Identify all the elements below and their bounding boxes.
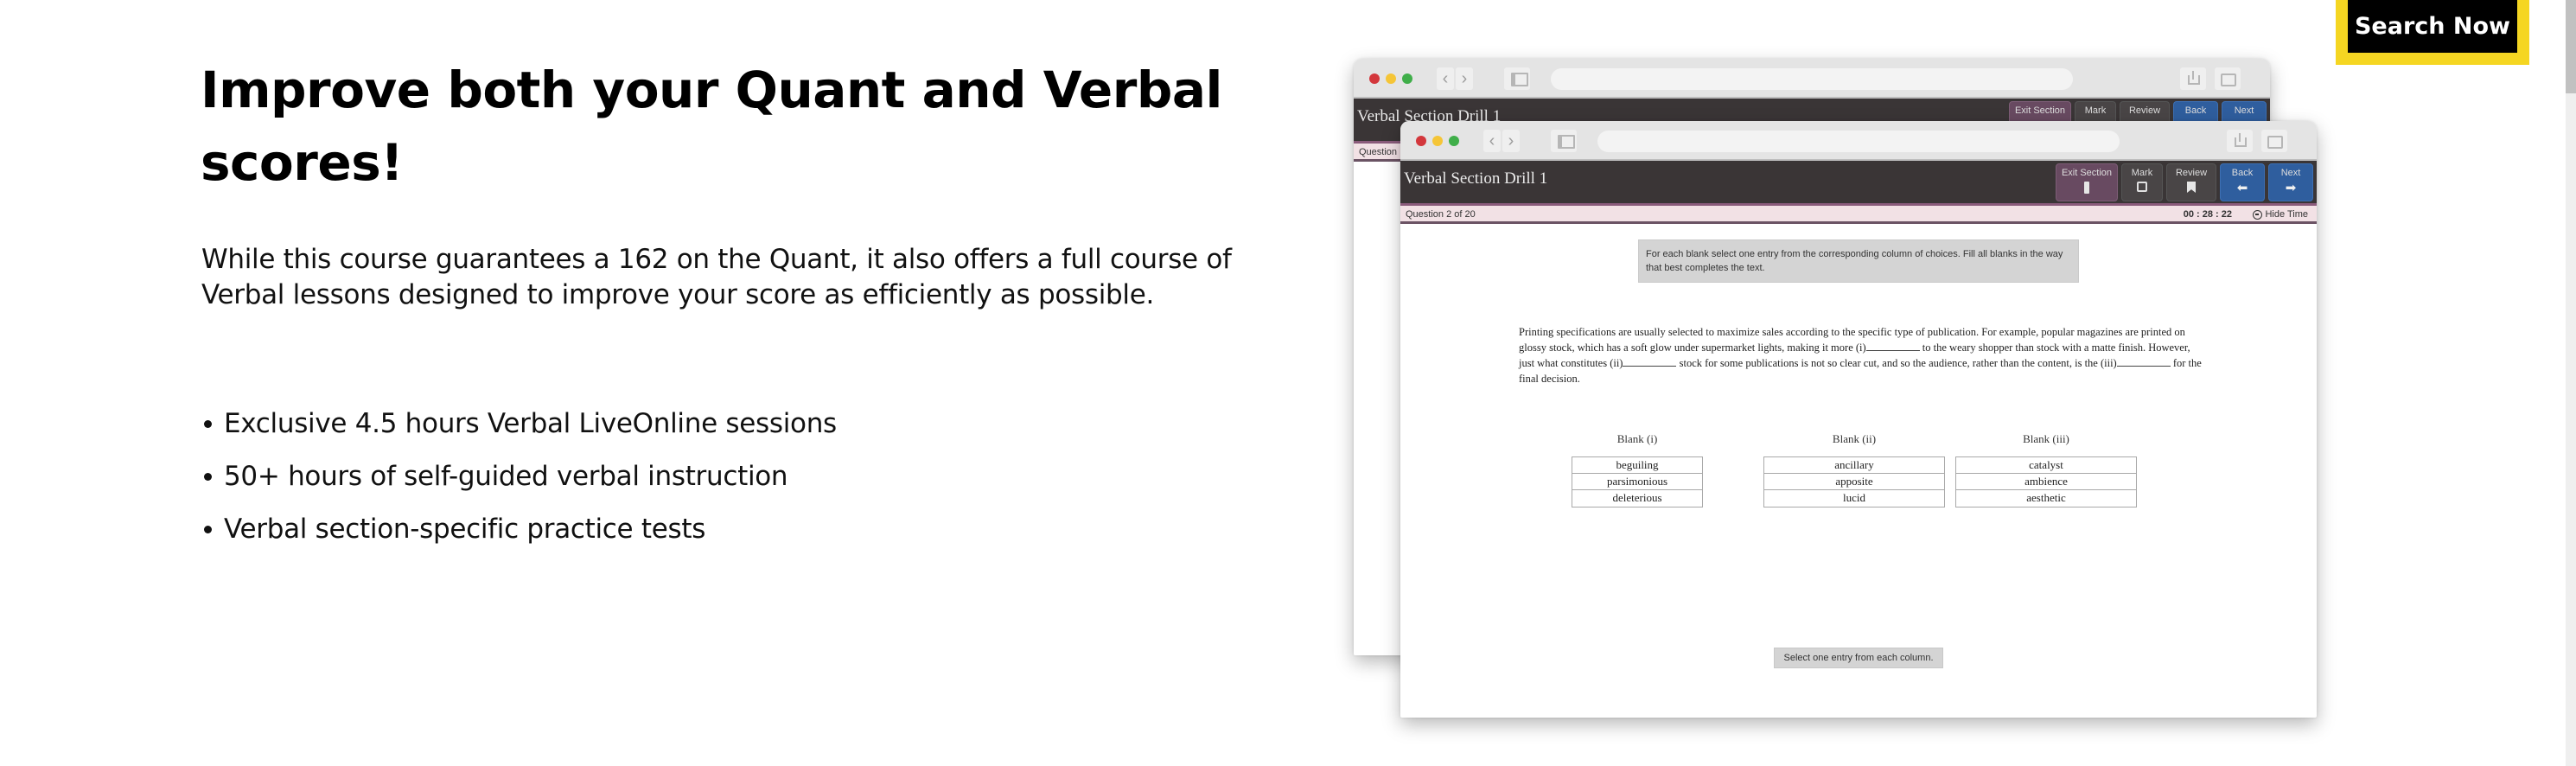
feature-text: Verbal section-specific practice tests <box>224 514 706 545</box>
feature-text: 50+ hours of self-guided verbal instruct… <box>224 461 788 492</box>
zoom-dot-icon <box>1449 136 1459 146</box>
url-bar <box>1551 68 2073 90</box>
blank-header: Blank (i) <box>1616 432 1658 445</box>
blank-header: Blank (iii) <box>2023 432 2069 445</box>
status-hint: Select one entry from each column. <box>1774 648 1943 668</box>
hide-time-toggle: Hide Time <box>2253 209 2308 220</box>
button-label: Next <box>2280 168 2301 178</box>
forward-icon: › <box>1502 130 1520 152</box>
share-icon <box>2180 67 2206 90</box>
back-icon: ‹ <box>1483 130 1501 152</box>
choice-option: ancillary <box>1764 457 1944 474</box>
forward-icon: › <box>1456 67 1473 90</box>
minimize-dot-icon <box>1386 73 1396 84</box>
browser-chrome: ‹ › <box>1400 121 2317 161</box>
url-bar <box>1597 131 2120 152</box>
page-headline: Improve both your Quant and Verbal score… <box>201 61 1222 192</box>
sidebar-icon <box>1504 67 1530 90</box>
blank-i <box>1865 341 1920 351</box>
question-passage: Printing specifications are usually sele… <box>1519 324 2202 386</box>
browser-chrome: ‹ › <box>1354 59 2270 99</box>
button-label: Exit Section <box>2061 168 2113 178</box>
close-dot-icon <box>1416 136 1426 146</box>
button-label: Mark <box>2084 105 2107 116</box>
answer-choices: Blank (i) beguiling parsimonious deleter… <box>1572 432 2147 507</box>
choice-table: beguiling parsimonious deleterious <box>1572 456 1703 507</box>
page-scrollbar[interactable] <box>2566 0 2576 766</box>
search-now-button[interactable]: Search Now <box>2348 0 2517 53</box>
choice-table: catalyst ambience aesthetic <box>1955 456 2137 507</box>
test-screenshot-front-window: ‹ › Verbal Section Drill 1 Exit Section … <box>1400 121 2317 718</box>
intro-paragraph: While this course guarantees a 162 on th… <box>201 244 1232 310</box>
bookmark-icon <box>2187 182 2196 193</box>
mark-button: Mark <box>2121 163 2163 201</box>
choice-option: parsimonious <box>1572 474 1702 490</box>
feature-text: Exclusive 4.5 hours Verbal LiveOnline se… <box>224 408 837 439</box>
choice-table: ancillary apposite lucid <box>1763 456 1945 507</box>
minimize-dot-icon <box>1432 136 1443 146</box>
exit-door-icon <box>2084 182 2089 194</box>
button-label: Back <box>2184 105 2207 116</box>
choice-option: beguiling <box>1572 457 1702 474</box>
feature-item: 50+ hours of self-guided verbal instruct… <box>201 459 1066 494</box>
tabs-icon <box>2261 130 2287 152</box>
button-label: Review <box>2175 168 2208 178</box>
choice-option: deleterious <box>1612 491 1662 504</box>
close-dot-icon <box>1369 73 1380 84</box>
instructions-box: For each blank select one entry from the… <box>1638 239 2079 283</box>
test-title: Verbal Section Drill 1 <box>1404 169 1548 188</box>
feature-item: Exclusive 4.5 hours Verbal LiveOnline se… <box>201 406 1066 441</box>
button-label: Next <box>2234 105 2254 116</box>
timer: 00 : 28 : 22 <box>2183 209 2232 220</box>
feature-item: Verbal section-specific practice tests <box>201 512 1066 546</box>
blank-column: Blank (iii) catalyst ambience aesthetic <box>1955 432 2137 507</box>
choice-option: aesthetic <box>2026 491 2066 504</box>
share-icon <box>2227 130 2253 152</box>
choice-option: lucid <box>1843 491 1865 504</box>
bullet-icon <box>204 525 212 533</box>
search-now-frame: Search Now <box>2336 0 2529 65</box>
scrollbar-thumb[interactable] <box>2566 0 2576 93</box>
choice-option: apposite <box>1764 474 1944 490</box>
minus-circle-icon <box>2253 209 2263 220</box>
exit-section-button: Exit Section <box>2056 163 2118 201</box>
choice-option: catalyst <box>1956 457 2136 474</box>
back-icon: ‹ <box>1437 67 1454 90</box>
test-toolbar: Exit Section Mark Review Back ⬅ Next ➡ <box>2056 163 2313 201</box>
nav-buttons: ‹ › <box>1437 67 1473 90</box>
choice-option: ambience <box>1956 474 2136 490</box>
zoom-dot-icon <box>1402 73 1412 84</box>
blank-header: Blank (ii) <box>1832 432 1877 445</box>
blank-ii <box>1623 356 1677 367</box>
question-number: Question <box>1359 147 1398 157</box>
next-button: Next ➡ <box>2268 163 2313 201</box>
blank-column: Blank (i) beguiling parsimonious deleter… <box>1572 432 1703 507</box>
test-header: Verbal Section Drill 1 Exit Section Mark… <box>1400 161 2317 206</box>
hide-time-label: Hide Time <box>2265 209 2308 220</box>
button-label: Review <box>2128 105 2161 116</box>
question-number: Question 2 of 20 <box>1406 209 1476 220</box>
back-button: Back ⬅ <box>2220 163 2265 201</box>
review-button: Review <box>2166 163 2216 201</box>
bullet-icon <box>204 419 212 428</box>
feature-list: Exclusive 4.5 hours Verbal LiveOnline se… <box>201 406 1066 565</box>
checkbox-icon <box>2137 182 2147 192</box>
button-label: Exit Section <box>2014 105 2066 116</box>
sidebar-icon <box>1551 130 1577 152</box>
question-content: For each blank select one entry from the… <box>1400 224 2317 708</box>
arrow-right-icon: ➡ <box>2285 181 2297 195</box>
button-label: Back <box>2231 168 2254 178</box>
arrow-left-icon: ⬅ <box>2236 181 2248 195</box>
passage-text: stock for some publications is not so cl… <box>1676 357 2117 369</box>
tabs-icon <box>2215 67 2241 90</box>
button-label: Mark <box>2131 168 2153 178</box>
blank-iii <box>2116 356 2171 367</box>
blank-column: Blank (ii) ancillary apposite lucid <box>1763 432 1945 507</box>
question-bar: Question 2 of 20 00 : 28 : 22 Hide Time <box>1400 206 2317 224</box>
bullet-icon <box>204 472 212 481</box>
nav-buttons: ‹ › <box>1483 130 1520 152</box>
